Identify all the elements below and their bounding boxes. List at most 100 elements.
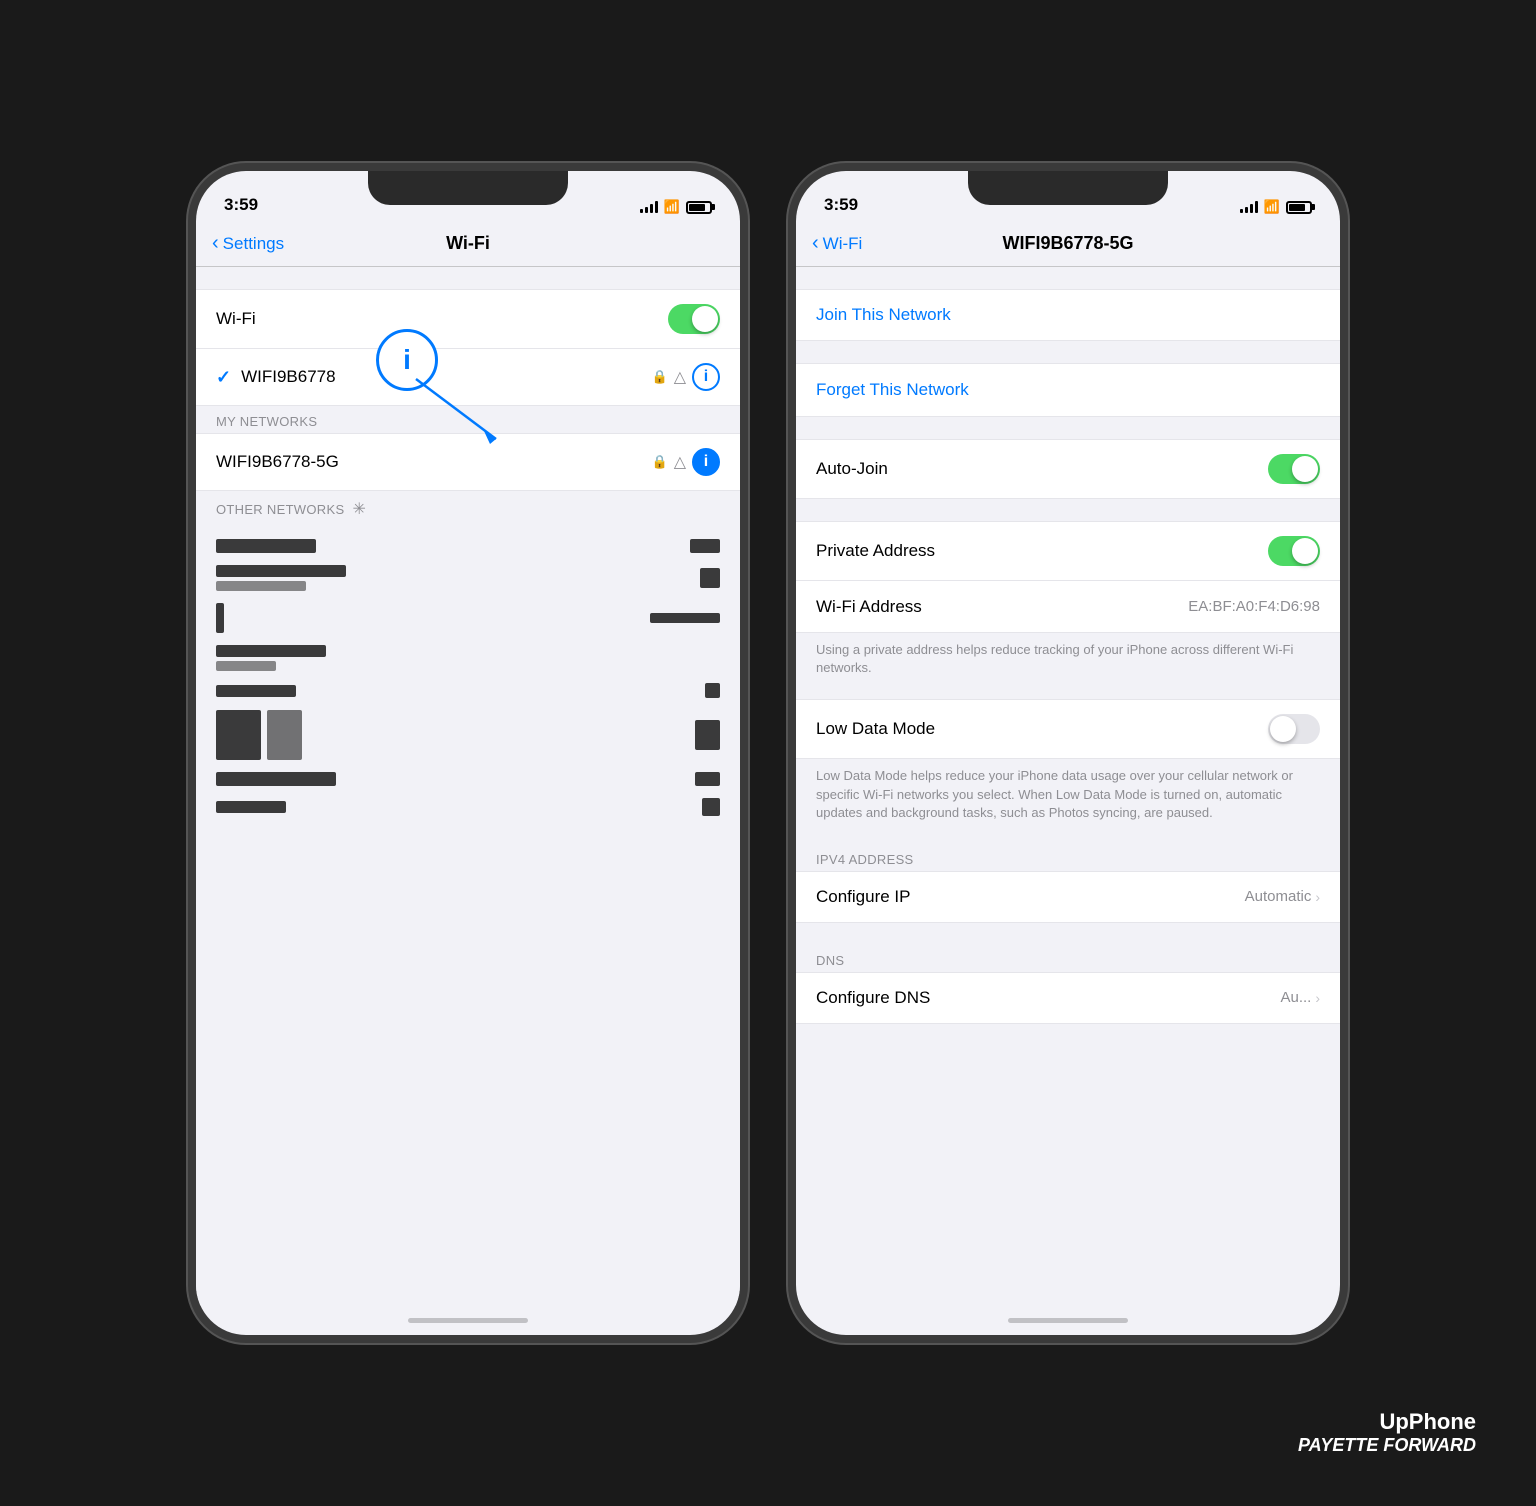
connected-network-section: ✓ WIFI9B6778 🔒 △ i i xyxy=(196,349,740,406)
blurred-row-6 xyxy=(196,704,740,766)
configure-dns-value: Au... xyxy=(1280,989,1311,1006)
wifi-toggle-label: Wi-Fi xyxy=(216,309,256,329)
wifi-address-value: EA:BF:A0:F4:D6:98 xyxy=(1188,598,1320,615)
info-circle-my[interactable]: i xyxy=(692,448,720,476)
right-status-time: 3:59 xyxy=(824,195,858,215)
private-address-description: Using a private address helps reduce tra… xyxy=(796,633,1340,689)
left-phone-screen: Wi-Fi ✓ WIFI9B6778 🔒 △ i xyxy=(196,267,740,1306)
right-back-label[interactable]: Wi-Fi xyxy=(823,234,863,254)
right-nav-bar: ‹ Wi-Fi WIFI9B6778-5G xyxy=(796,221,1340,267)
wifi-status-icon-left: 📶 xyxy=(664,199,680,215)
auto-join-knob xyxy=(1292,456,1318,482)
battery-fill-right xyxy=(1289,204,1305,211)
phone-notch-left xyxy=(368,171,568,205)
private-address-label: Private Address xyxy=(816,541,935,561)
left-status-time: 3:59 xyxy=(224,195,258,215)
left-nav-bar: ‹ Settings Wi-Fi xyxy=(196,221,740,267)
right-nav-title: WIFI9B6778-5G xyxy=(1002,233,1133,254)
blurred-row-8 xyxy=(196,792,740,822)
wifi-signal-connected: △ xyxy=(674,367,686,387)
left-home-indicator xyxy=(196,1306,740,1335)
watermark: UpPhone PAYETTE FORWARD xyxy=(1298,1409,1476,1456)
signal-bar-4 xyxy=(655,201,658,213)
auto-join-toggle[interactable] xyxy=(1268,454,1320,484)
blurred-bar-3a xyxy=(216,603,224,633)
blurred-row-4 xyxy=(196,639,740,677)
blurred-bar-4a xyxy=(216,645,326,657)
home-bar-left xyxy=(408,1318,528,1323)
ipv4-section-header: IPV4 ADDRESS xyxy=(796,844,1340,871)
left-status-icons: 📶 xyxy=(640,199,712,215)
forget-network-label[interactable]: Forget This Network xyxy=(816,380,969,400)
other-networks-header: OTHER NETWORKS xyxy=(216,502,344,517)
low-data-knob xyxy=(1270,716,1296,742)
left-back-label[interactable]: Settings xyxy=(223,234,284,254)
wifi-toggle-row[interactable]: Wi-Fi xyxy=(196,289,740,349)
blurred-row-2 xyxy=(196,559,740,597)
auto-join-row[interactable]: Auto-Join xyxy=(796,439,1340,499)
back-chevron-right: ‹ xyxy=(812,232,819,255)
wifi-address-row: Wi-Fi Address EA:BF:A0:F4:D6:98 xyxy=(796,581,1340,633)
low-data-toggle[interactable] xyxy=(1268,714,1320,744)
blurred-row-5 xyxy=(196,677,740,704)
configure-dns-right: Au... › xyxy=(1280,989,1320,1006)
configure-ip-row[interactable]: Configure IP Automatic › xyxy=(796,871,1340,923)
private-address-knob xyxy=(1292,538,1318,564)
blurred-bar-2b xyxy=(216,581,306,591)
right-home-indicator xyxy=(796,1306,1340,1335)
low-data-mode-row[interactable]: Low Data Mode xyxy=(796,699,1340,759)
signal-bar-1 xyxy=(640,209,643,213)
configure-dns-row[interactable]: Configure DNS Au... › xyxy=(796,972,1340,1024)
spacer-3 xyxy=(796,499,1340,521)
blurred-bar-8b xyxy=(702,798,720,816)
join-network-label[interactable]: Join This Network xyxy=(816,305,951,325)
blurred-block-6b xyxy=(267,710,302,760)
spacer-5 xyxy=(796,834,1340,844)
blurred-bar-1a xyxy=(216,539,316,553)
wifi-toggle[interactable] xyxy=(668,304,720,334)
blurred-bar-5a xyxy=(216,685,296,697)
blurred-row-3 xyxy=(196,597,740,639)
private-address-row[interactable]: Private Address xyxy=(796,521,1340,581)
signal-bar-r1 xyxy=(1240,209,1243,213)
low-data-description: Low Data Mode helps reduce your iPhone d… xyxy=(796,759,1340,834)
phone-notch-right xyxy=(968,171,1168,205)
right-nav-back[interactable]: ‹ Wi-Fi xyxy=(812,232,862,255)
right-status-icons: 📶 xyxy=(1240,199,1312,215)
watermark-line2: PAYETTE FORWARD xyxy=(1298,1435,1476,1456)
dns-section-header: DNS xyxy=(796,945,1340,972)
spacer-6 xyxy=(796,923,1340,945)
left-nav-title: Wi-Fi xyxy=(446,233,490,254)
wifi-status-icon-right: 📶 xyxy=(1264,199,1280,215)
forget-network-row[interactable]: Forget This Network xyxy=(796,363,1340,417)
loading-spinner: ✳ xyxy=(352,499,365,519)
private-address-toggle[interactable] xyxy=(1268,536,1320,566)
wifi-signal-my: △ xyxy=(674,452,686,472)
low-data-mode-label: Low Data Mode xyxy=(816,719,935,739)
signal-bars-left xyxy=(640,201,658,213)
right-phone-screen: Join This Network Forget This Network Au… xyxy=(796,267,1340,1306)
signal-bars-right xyxy=(1240,201,1258,213)
info-circle-connected[interactable]: i xyxy=(692,363,720,391)
left-phone: 3:59 📶 ‹ Settings Wi-Fi xyxy=(188,163,748,1343)
wifi-address-label: Wi-Fi Address xyxy=(816,597,922,617)
connected-network-icons: 🔒 △ i xyxy=(652,363,721,391)
blurred-bar-4b xyxy=(216,661,276,671)
screenshot-container: 3:59 📶 ‹ Settings Wi-Fi xyxy=(20,20,1516,1486)
join-network-row[interactable]: Join This Network xyxy=(796,289,1340,341)
configure-ip-value: Automatic xyxy=(1245,888,1312,905)
spacer-1 xyxy=(796,341,1340,363)
blurred-bar-5b xyxy=(705,683,720,698)
blurred-networks xyxy=(196,523,740,1306)
other-networks-header-row: OTHER NETWORKS ✳ xyxy=(196,491,740,523)
spacer-4 xyxy=(796,689,1340,699)
auto-join-label: Auto-Join xyxy=(816,459,888,479)
blurred-bar-8a xyxy=(216,801,286,813)
battery-tip-left xyxy=(712,204,715,210)
annotation-arrow xyxy=(416,379,536,459)
back-chevron-left: ‹ xyxy=(212,232,219,255)
signal-bar-2 xyxy=(645,207,648,213)
battery-left xyxy=(686,201,712,214)
left-nav-back[interactable]: ‹ Settings xyxy=(212,232,284,255)
wifi-toggle-section: Wi-Fi xyxy=(196,289,740,349)
